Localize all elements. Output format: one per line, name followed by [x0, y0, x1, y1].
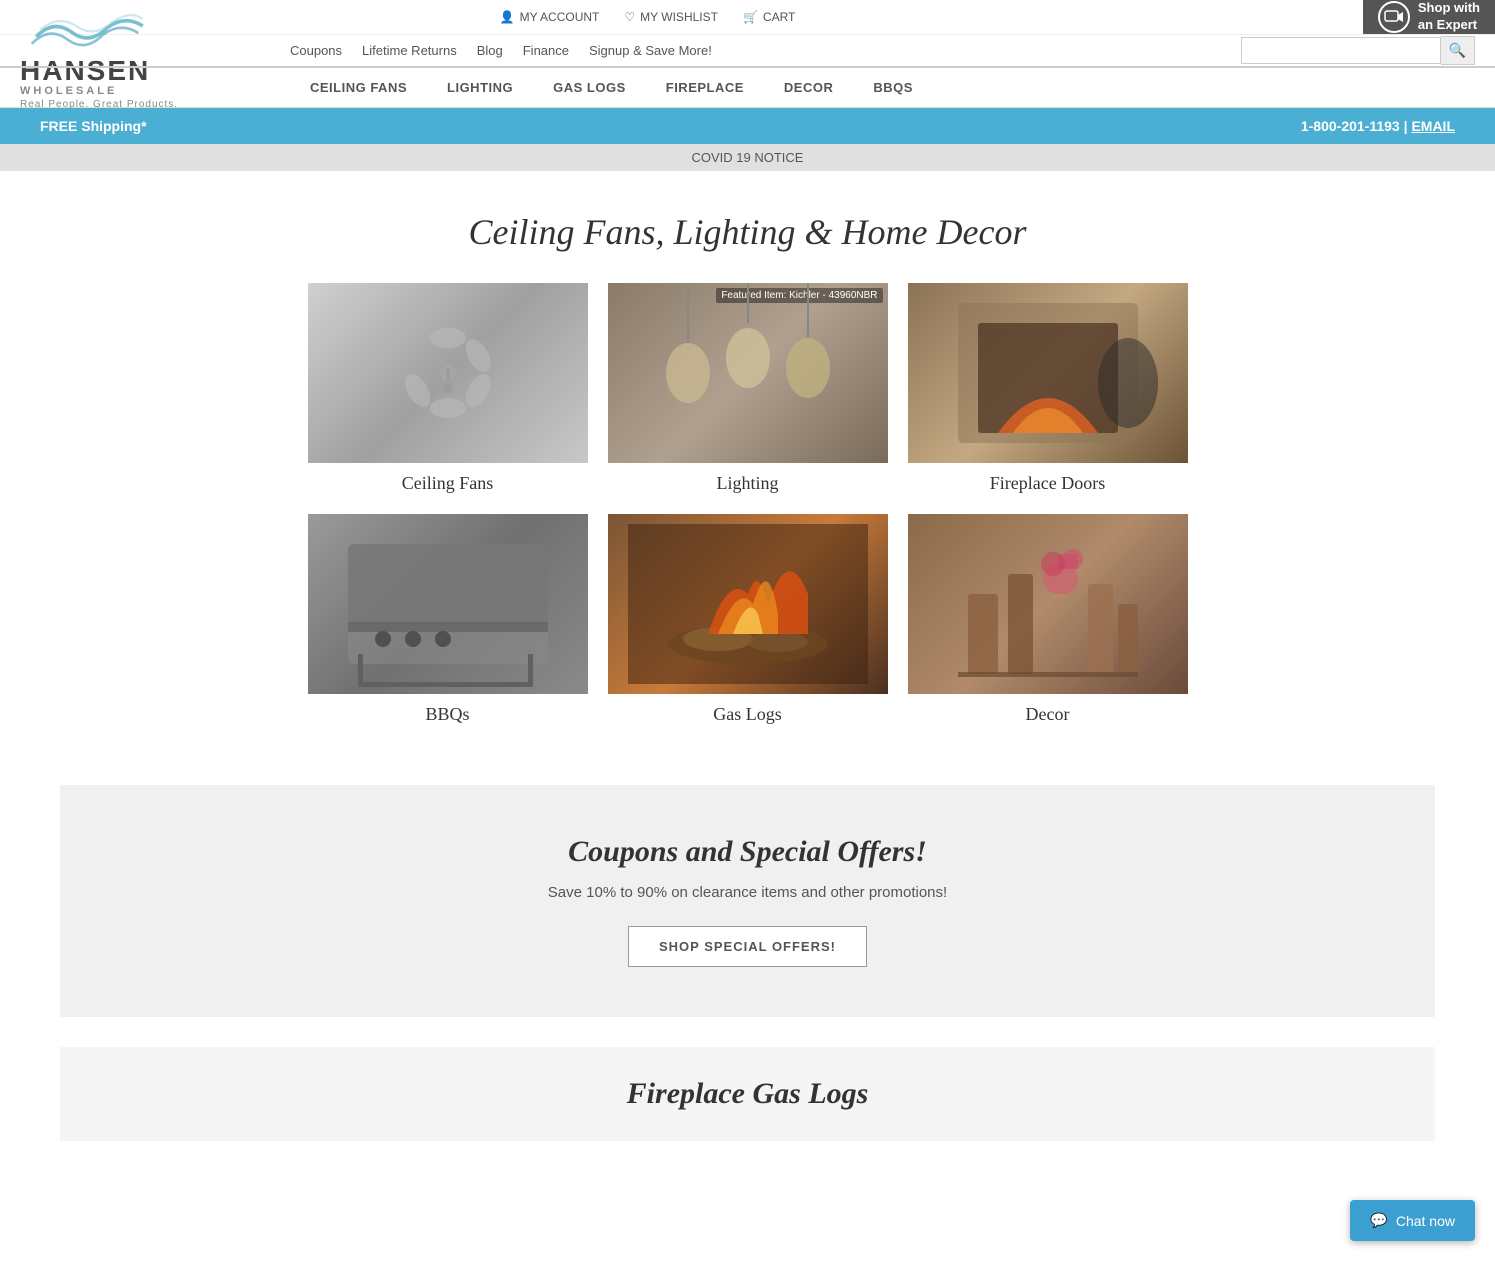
search-icon: 🔍 [1449, 42, 1466, 58]
secondary-nav: Coupons Lifetime Returns Blog Finance Si… [0, 35, 1495, 68]
shop-special-offers-button[interactable]: SHOP SPECIAL OFFERS! [628, 926, 867, 967]
cart-link[interactable]: 🛒 CART [743, 10, 795, 24]
covid-bar[interactable]: COVID 19 NOTICE [0, 144, 1495, 171]
finance-link[interactable]: Finance [523, 43, 569, 58]
lighting-label: Lighting [717, 473, 779, 494]
my-account-label: MY ACCOUNT [520, 10, 600, 24]
blog-link[interactable]: Blog [477, 43, 503, 58]
nav-bbqs[interactable]: BBQS [853, 68, 933, 107]
expert-icon [1378, 1, 1410, 33]
search-box: 🔍 [1241, 36, 1475, 65]
hero-heading: Ceiling Fans, Lighting & Home Decor [0, 171, 1495, 273]
bbqs-image [308, 514, 588, 694]
product-card-lighting[interactable]: Featured Item: Kichler - 43960NBR Lighti… [608, 283, 888, 494]
shop-expert-label: Shop withan Expert [1418, 0, 1480, 34]
bbqs-label: BBQs [425, 704, 469, 725]
fireplace-gas-logs-section: Fireplace Gas Logs [60, 1047, 1435, 1141]
wishlist-icon: ♡ [624, 10, 635, 24]
product-card-decor[interactable]: Decor [908, 514, 1188, 725]
nav-decor[interactable]: DECOR [764, 68, 853, 107]
nav-lighting[interactable]: LIGHTING [427, 68, 533, 107]
decor-image [908, 514, 1188, 694]
chat-label: Chat now [1396, 1213, 1455, 1229]
gas-logs-label: Gas Logs [713, 704, 782, 725]
signup-link[interactable]: Signup & Save More! [589, 43, 712, 58]
phone-number[interactable]: 1-800-201-1193 [1301, 118, 1400, 134]
product-card-gas-logs[interactable]: Gas Logs [608, 514, 888, 725]
cart-icon: 🛒 [743, 10, 758, 24]
shop-expert-button[interactable]: Shop withan Expert [1363, 0, 1495, 34]
decor-display-icon [908, 514, 1188, 694]
account-icon: 👤 [500, 10, 515, 24]
gas-logs-image [608, 514, 888, 694]
coupons-title: Coupons and Special Offers! [80, 835, 1415, 869]
cart-label: CART [763, 10, 795, 24]
ceiling-fans-label: Ceiling Fans [402, 473, 494, 494]
logo-subtitle: WHOLESALE [20, 85, 178, 97]
my-wishlist-label: MY WISHLIST [640, 10, 718, 24]
fireplace-section-title: Fireplace Gas Logs [80, 1077, 1415, 1111]
gas-logs-icon [608, 514, 888, 694]
contact-info: 1-800-201-1193 | EMAIL [1301, 118, 1455, 134]
coupons-section: Coupons and Special Offers! Save 10% to … [60, 785, 1435, 1017]
lighting-decor-icon [608, 283, 888, 463]
fireplace-doors-image [908, 283, 1188, 463]
info-bar: FREE Shipping* 1-800-201-1193 | EMAIL [0, 108, 1495, 144]
my-wishlist-link[interactable]: ♡ MY WISHLIST [624, 10, 718, 24]
fireplace-icon [908, 283, 1188, 463]
decor-label: Decor [1026, 704, 1070, 725]
product-card-bbqs[interactable]: BBQs [308, 514, 588, 725]
top-links: 👤 MY ACCOUNT ♡ MY WISHLIST 🛒 CART [500, 10, 796, 24]
product-card-fireplace-doors[interactable]: Fireplace Doors [908, 283, 1188, 494]
product-card-ceiling-fans[interactable]: Ceiling Fans [308, 283, 588, 494]
nav-ceiling-fans[interactable]: CEILING FANS [290, 68, 427, 107]
search-input[interactable] [1241, 37, 1441, 64]
top-bar: HANSEN WHOLESALE Real People. Great Prod… [0, 0, 1495, 35]
coupons-link[interactable]: Coupons [290, 43, 342, 58]
lifetime-returns-link[interactable]: Lifetime Returns [362, 43, 457, 58]
lighting-image: Featured Item: Kichler - 43960NBR [608, 283, 888, 463]
free-shipping-text: FREE Shipping* [40, 118, 147, 134]
product-grid: Ceiling Fans Featured Item: Kichler - 43… [198, 273, 1298, 755]
nav-gas-logs[interactable]: GAS LOGS [533, 68, 646, 107]
main-nav: CEILING FANS LIGHTING GAS LOGS FIREPLACE… [0, 68, 1495, 108]
chat-now-button[interactable]: 💬 Chat now [1350, 1200, 1475, 1241]
fireplace-doors-label: Fireplace Doors [990, 473, 1105, 494]
covid-notice-text: COVID 19 NOTICE [692, 150, 804, 165]
chat-icon: 💬 [1370, 1212, 1387, 1229]
bbq-grill-icon [308, 514, 588, 694]
my-account-link[interactable]: 👤 MY ACCOUNT [500, 10, 600, 24]
email-link[interactable]: EMAIL [1411, 118, 1455, 134]
video-chat-icon [1384, 7, 1404, 27]
separator: | [1404, 118, 1408, 134]
logo-tagline: Real People. Great Products. [20, 99, 178, 110]
ceiling-fan-icon [388, 313, 508, 433]
coupons-subtitle: Save 10% to 90% on clearance items and o… [80, 884, 1415, 901]
ceiling-fans-image [308, 283, 588, 463]
nav-fireplace[interactable]: FIREPLACE [646, 68, 764, 107]
search-button[interactable]: 🔍 [1441, 36, 1475, 65]
